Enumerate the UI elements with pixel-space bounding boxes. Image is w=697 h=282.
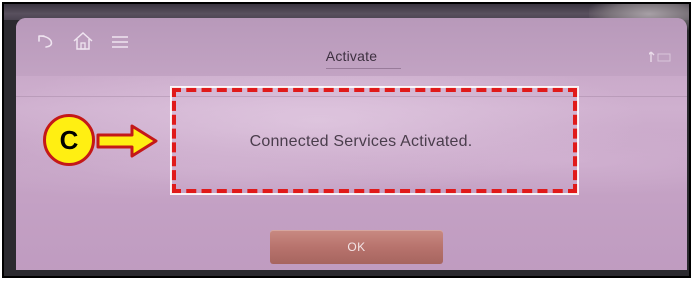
status-icons [649, 51, 671, 62]
page-title: Activate [325, 48, 378, 64]
arrow-right-icon [96, 124, 158, 158]
step-badge: C [43, 114, 95, 166]
header-bar: Activate [16, 18, 687, 76]
ok-button[interactable]: OK [270, 230, 443, 264]
highlight-box [170, 86, 579, 195]
back-icon[interactable] [36, 33, 56, 49]
bottom-bezel [4, 270, 689, 276]
title-underline [326, 68, 401, 69]
